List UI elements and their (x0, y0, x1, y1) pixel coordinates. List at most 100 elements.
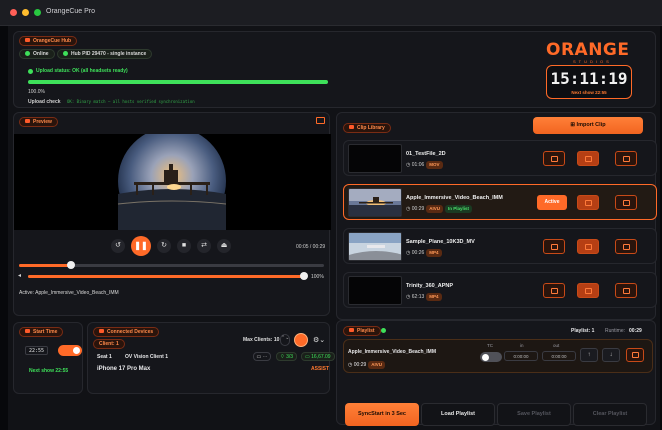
remove-from-playlist-button[interactable] (626, 348, 644, 362)
online-dot-icon (25, 51, 30, 56)
import-clip-button[interactable]: ⊞ Import Clip (533, 117, 643, 134)
clip-name: Trinity_360_APNP (406, 283, 454, 289)
window-title: OrangeCue Pro (46, 8, 96, 15)
rewind-10-button[interactable]: ↺ (111, 239, 125, 253)
clip-item-active[interactable]: Apple_Immersive_Video_Beach_IMM ◷ 00:29 A… (343, 184, 657, 220)
preview-clip-button[interactable] (543, 151, 565, 166)
out-point-input[interactable]: 0:00:00 (542, 351, 576, 361)
clip-thumbnail (348, 232, 402, 261)
plane-thumbnail-image (349, 233, 401, 260)
device-role: ASSIST (311, 366, 330, 372)
clip-library-badge: Clip Library (343, 123, 391, 133)
settings-gear-icon[interactable]: ⚙⌄ (313, 336, 325, 344)
tc-toggle[interactable] (480, 352, 502, 362)
playlist-status-dot (381, 328, 386, 333)
video-player[interactable] (14, 127, 331, 235)
clip-item[interactable]: Sample_Plane_10K3D_MV ◷ 00:26 MP4 (343, 228, 657, 264)
fisheye-beach-image (117, 127, 227, 235)
playlist-add-icon (585, 244, 592, 250)
stop-button[interactable]: ■ (177, 239, 191, 253)
playback-slider-knob[interactable] (66, 261, 75, 269)
playlist-item[interactable]: Apple_Immersive_Video_Beach_IMM ◷ 00:29 A… (343, 339, 653, 373)
clip-library-panel: Clip Library ⊞ Import Clip 01_TestFile_2… (336, 112, 657, 320)
delete-clip-button[interactable] (615, 283, 637, 298)
clock-icon (25, 329, 30, 333)
clock: 15:11:19 Next show 22:55 (546, 65, 632, 99)
preview-clip-button[interactable] (543, 283, 565, 298)
pause-button[interactable]: ❚❚ (131, 236, 151, 256)
load-playlist-button[interactable]: Load Playlist (421, 403, 495, 426)
save-playlist-button[interactable]: Save Playlist (497, 403, 571, 426)
screen-icon[interactable] (316, 117, 325, 124)
clip-item[interactable]: 01_TestFile_2D ◷ 01:06 MOV (343, 140, 657, 176)
playlist-badge: Playlist (343, 326, 381, 336)
toggle-knob (482, 353, 489, 361)
volume-slider-knob[interactable] (300, 272, 308, 280)
preview-panel: Preview ↺ ❚❚ ↻ ■ ⇄ ⏏ 00:05 / 00:29 ◂ 100… (13, 112, 331, 316)
eject-button[interactable]: ⏏ (217, 239, 231, 253)
upload-check-value: OK: Binary match — all hosts verified sy… (67, 99, 195, 104)
minimize-window-button[interactable] (22, 9, 29, 16)
clip-meta: ◷ 00:26 MP4 (406, 249, 442, 257)
clip-name: Sample_Plane_10K3D_MV (406, 239, 475, 245)
volume-slider[interactable] (28, 272, 308, 280)
preview-icon (551, 156, 558, 162)
hub-panel: OrangeCue Hub Online Hub PID 29470 - sin… (13, 31, 656, 108)
start-time-next-show: Next show 22:55 (29, 368, 69, 374)
headset-control-button[interactable]: ▭ ⋯ (253, 352, 271, 361)
close-window-button[interactable] (10, 9, 17, 16)
in-point-input[interactable]: 0:00:00 (504, 351, 538, 361)
client-name: OV Vision Client 1 (125, 354, 168, 360)
add-to-playlist-button[interactable] (577, 283, 599, 298)
playlist-add-icon (585, 200, 592, 206)
playlist-item-meta: ◷ 00:29 AIVU (348, 361, 386, 369)
hub-pid-status: Hub PID 29470 - single instance (57, 49, 153, 59)
preview-clip-button[interactable] (543, 239, 565, 254)
active-clip-button[interactable]: Active (537, 195, 567, 210)
headset-icon[interactable] (294, 333, 308, 347)
online-status: Online (19, 49, 55, 59)
start-time-toggle[interactable] (58, 345, 82, 356)
upload-progress-text: 100.0% (28, 89, 45, 95)
add-to-playlist-button[interactable] (577, 195, 599, 210)
playback-slider[interactable] (19, 261, 324, 269)
title-bar: OrangeCue Pro (0, 0, 662, 26)
move-up-button[interactable]: ↑ (580, 348, 598, 362)
playlist-add-icon (585, 156, 592, 162)
trash-icon (623, 244, 630, 250)
start-time-panel: Start Time 22:55 Next show 22:55 (13, 322, 83, 394)
clip-name: Apple_Immersive_Video_Beach_IMM (406, 195, 503, 201)
volume-text: 100% (311, 274, 324, 280)
sync-start-button[interactable]: SyncStart in 3 Sec (345, 403, 419, 426)
playback-slider-fill (19, 264, 71, 267)
zoom-window-button[interactable] (34, 9, 41, 16)
runtime-label: Runtime: (605, 328, 626, 334)
move-down-button[interactable]: ↓ (602, 348, 620, 362)
clear-playlist-button[interactable]: Clear Playlist (573, 403, 647, 426)
devices-icon (99, 329, 104, 333)
delete-clip-button[interactable] (615, 195, 637, 210)
volume-icon[interactable]: ◂ (18, 272, 21, 279)
trash-icon (623, 200, 630, 206)
playlist-count: Playlist: 1 (571, 328, 595, 334)
delete-clip-button[interactable] (615, 239, 637, 254)
max-clients-stepper[interactable]: ⌃⌄ (280, 334, 290, 346)
max-clients-label: Max Clients: 10 (243, 337, 280, 343)
delete-clip-button[interactable] (615, 151, 637, 166)
clip-name: 01_TestFile_2D (406, 151, 446, 157)
playlist-item-tag: AIVU (368, 361, 386, 369)
trash-icon (623, 288, 630, 294)
clip-tag: MP4 (426, 293, 442, 301)
clip-tag: AIVU (426, 205, 444, 213)
upload-check-label: Upload check (28, 99, 61, 105)
studios-logo-text: STUDIOS (573, 59, 612, 64)
add-to-playlist-button[interactable] (577, 239, 599, 254)
runtime-value: 00:29 (629, 328, 642, 334)
upload-progress-fill (28, 80, 328, 84)
clip-item[interactable]: Trinity_360_APNP ◷ 62:13 MP4 (343, 272, 657, 308)
forward-10-button[interactable]: ↻ (157, 239, 171, 253)
loop-button[interactable]: ⇄ (197, 239, 211, 253)
preview-icon (551, 288, 558, 294)
start-time-input[interactable]: 22:55 (25, 346, 48, 355)
add-to-playlist-button[interactable] (577, 151, 599, 166)
